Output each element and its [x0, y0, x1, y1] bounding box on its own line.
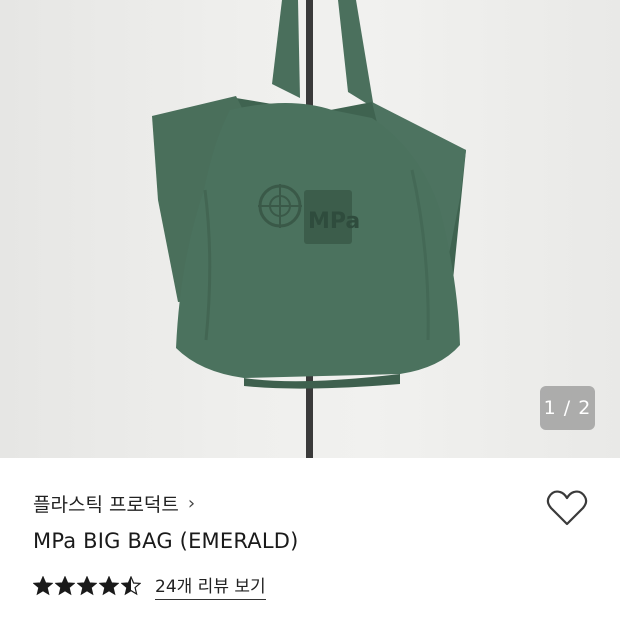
image-page-counter: 1 / 2: [540, 386, 595, 430]
star-rating: [33, 576, 143, 596]
rating-row: 24개 리뷰 보기: [33, 572, 266, 600]
wishlist-button[interactable]: [545, 488, 589, 528]
image-page-counter-text: 1 / 2: [543, 397, 592, 419]
star-icon: [55, 576, 75, 596]
chevron-right-icon: ›: [187, 493, 196, 514]
brand-name: 플라스틱 프로덕트: [33, 494, 179, 516]
heart-icon: [546, 490, 588, 526]
product-image: MPa: [152, 0, 466, 458]
star-icon: [33, 576, 53, 596]
svg-text:MPa: MPa: [308, 209, 360, 234]
brand-link[interactable]: 플라스틱 프로덕트 ›: [33, 490, 195, 517]
star-icon: [77, 576, 97, 596]
star-icon: [121, 576, 141, 596]
product-title: MPa BIG BAG (EMERALD): [33, 529, 299, 553]
product-image-gallery[interactable]: MPa 1 / 2: [0, 0, 620, 458]
review-link[interactable]: 24개 리뷰 보기: [155, 572, 266, 600]
star-icon: [99, 576, 119, 596]
